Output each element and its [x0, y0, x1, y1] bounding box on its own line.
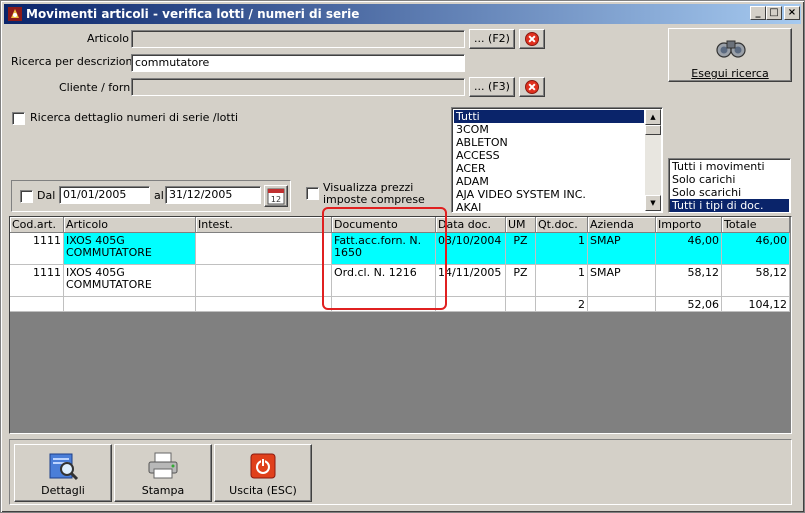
bottom-toolbar: Dettagli Stampa Uscita (ESC)	[9, 439, 792, 505]
dal-checkbox[interactable]	[20, 190, 33, 203]
table-cell	[64, 297, 196, 312]
dettagli-button[interactable]: Dettagli	[14, 444, 112, 502]
column-header[interactable]: Intest.	[196, 217, 332, 233]
minimize-button[interactable]: _	[750, 6, 766, 20]
table-cell: 58,12	[722, 265, 790, 297]
column-header[interactable]: Qt.doc.	[536, 217, 588, 233]
table-cell: 1	[536, 265, 588, 297]
table-cell	[506, 297, 536, 312]
dal-label: Dal	[37, 189, 56, 202]
aziende-item[interactable]: ACER	[454, 162, 644, 175]
table-cell: PZ	[506, 265, 536, 297]
column-header[interactable]: UM	[506, 217, 536, 233]
table-cell: SMAP	[588, 265, 656, 297]
aziende-item[interactable]: ABLETON	[454, 136, 644, 149]
table-cell	[196, 265, 332, 297]
movimenti-item[interactable]: Solo carichi	[670, 173, 789, 186]
table-cell: 2	[536, 297, 588, 312]
dettaglio-checkbox[interactable]	[12, 112, 25, 125]
ricerca-input[interactable]: commutatore	[131, 54, 465, 72]
details-magnifier-icon	[49, 453, 79, 481]
prezzi-checkbox[interactable]	[306, 187, 319, 200]
calendar-day: 12	[271, 195, 281, 204]
scroll-up-icon[interactable]: ▲	[645, 109, 661, 125]
f2-lookup-button[interactable]: ... (F2)	[469, 29, 515, 49]
dettaglio-label: Ricerca dettaglio numeri di serie /lotti	[30, 111, 239, 124]
column-header[interactable]: Cod.art.	[10, 217, 64, 233]
table-cell	[10, 297, 64, 312]
table-cell: 52,06	[656, 297, 722, 312]
aziende-listbox[interactable]: Tutti 3COM ABLETON ACCESS ACER ADAM AJA VIDEO …	[451, 107, 663, 213]
table-cell	[196, 297, 332, 312]
table-cell: 46,00	[656, 233, 722, 265]
uscita-label: Uscita (ESC)	[229, 484, 297, 497]
uscita-button[interactable]: Uscita (ESC)	[214, 444, 312, 502]
window-title: Movimenti articoli - verifica lotti / nu…	[26, 7, 360, 21]
cliente-field[interactable]	[131, 78, 465, 96]
aziende-item[interactable]: Tutti	[454, 110, 644, 123]
maximize-button[interactable]: □	[766, 6, 782, 20]
binoculars-icon	[716, 40, 746, 58]
clear-icon	[525, 80, 539, 94]
column-header[interactable]: Importo	[656, 217, 722, 233]
power-exit-icon	[250, 453, 276, 479]
clear-icon	[525, 32, 539, 46]
table-cell: IXOS 405G COMMUTATORE	[64, 265, 196, 297]
highlight-annotation	[322, 207, 447, 310]
aziende-item[interactable]: 3COM	[454, 123, 644, 136]
app-icon	[8, 7, 22, 21]
table-cell: 1	[536, 233, 588, 265]
table-cell: 1111	[10, 265, 64, 297]
table-cell	[588, 297, 656, 312]
table-cell: 1111	[10, 233, 64, 265]
cliente-label: Cliente / forn. :	[59, 81, 141, 94]
column-header[interactable]: Totale	[722, 217, 790, 233]
al-label: al	[154, 189, 164, 202]
search-button-label: Esegui ricerca	[691, 67, 769, 80]
table-cell: 46,00	[722, 233, 790, 265]
table-cell: IXOS 405G COMMUTATORE	[64, 233, 196, 265]
calendar-button[interactable]: 12	[264, 185, 288, 207]
title-bar[interactable]: Movimenti articoli - verifica lotti / nu…	[4, 4, 801, 24]
articolo-label: Articolo :	[87, 32, 137, 45]
clear-articolo-button[interactable]	[519, 29, 545, 49]
close-button[interactable]: ×	[784, 6, 800, 20]
dettagli-label: Dettagli	[41, 484, 85, 497]
table-cell: 104,12	[722, 297, 790, 312]
movimenti-listbox[interactable]: Tutti i movimenti Solo carichi Solo scaric…	[668, 158, 791, 213]
movimenti-item[interactable]: Tutti i tipi di doc.	[670, 199, 789, 212]
search-button[interactable]: Esegui ricerca	[668, 28, 792, 82]
column-header[interactable]: Azienda	[588, 217, 656, 233]
table-cell: PZ	[506, 233, 536, 265]
movimenti-item[interactable]: Solo scarichi	[670, 186, 789, 199]
articolo-field[interactable]	[131, 30, 465, 48]
table-cell: SMAP	[588, 233, 656, 265]
stampa-label: Stampa	[141, 484, 185, 497]
column-header[interactable]: Articolo	[64, 217, 196, 233]
scroll-thumb[interactable]	[645, 125, 661, 135]
stampa-button[interactable]: Stampa	[114, 444, 212, 502]
f3-lookup-button[interactable]: ... (F3)	[469, 77, 515, 97]
prezzi-label: Visualizza prezzi imposte comprese	[323, 181, 425, 206]
al-date-input[interactable]: 31/12/2005	[165, 186, 261, 204]
main-window: Movimenti articoli - verifica lotti / nu…	[0, 0, 805, 513]
aziende-item[interactable]: ACCESS	[454, 149, 644, 162]
printer-icon	[148, 452, 178, 479]
dal-date-input[interactable]: 01/01/2005	[59, 186, 150, 204]
table-cell	[196, 233, 332, 265]
movimenti-item[interactable]: Tutti i movimenti	[670, 160, 789, 173]
clear-cliente-button[interactable]	[519, 77, 545, 97]
calendar-icon: 12	[267, 188, 285, 205]
table-cell: 58,12	[656, 265, 722, 297]
aziende-item[interactable]: AKAI	[454, 201, 644, 212]
ricerca-label: Ricerca per descrizione :	[11, 55, 147, 68]
aziende-item[interactable]: AJA VIDEO SYSTEM INC.	[454, 188, 644, 201]
scroll-down-icon[interactable]: ▼	[645, 195, 661, 211]
aziende-item[interactable]: ADAM	[454, 175, 644, 188]
aziende-scrollbar[interactable]: ▲ ▼	[645, 109, 661, 211]
